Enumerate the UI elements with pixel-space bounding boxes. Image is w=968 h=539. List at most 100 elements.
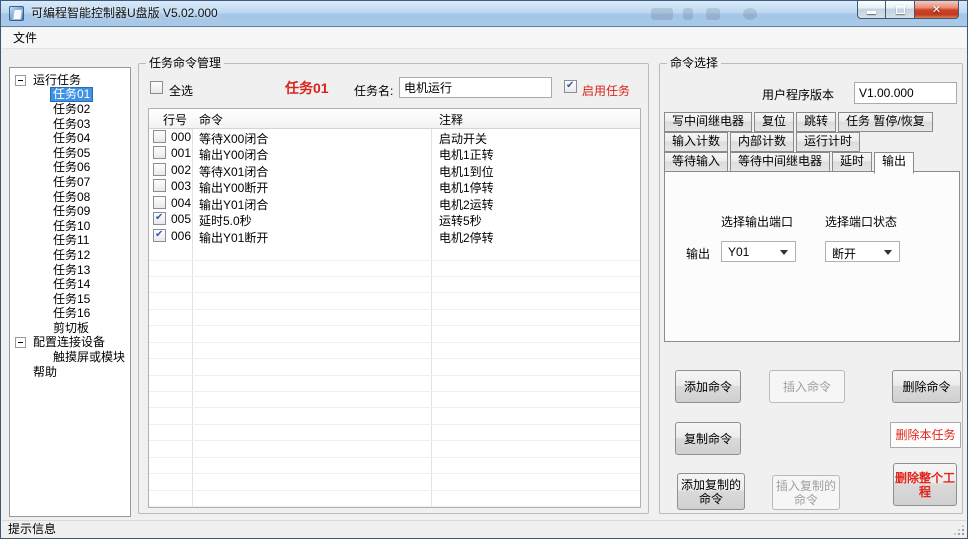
tree-item[interactable]: 任务12 — [10, 248, 130, 263]
table-row-empty — [149, 425, 640, 441]
table-row-empty — [149, 408, 640, 424]
table-row-empty — [149, 376, 640, 392]
tree-item[interactable]: 任务11 — [10, 234, 130, 249]
tab[interactable]: 输出 — [874, 152, 914, 174]
table-row-empty — [149, 293, 640, 309]
tree-item[interactable]: 配置连接设备 — [10, 336, 130, 351]
tree-item[interactable]: 任务13 — [10, 263, 130, 278]
app-window: 可编程智能控制器U盘版 V5.02.000 ✕ 文件 运行任务任务01任务02任… — [0, 0, 968, 539]
tree-item[interactable]: 任务09 — [10, 204, 130, 219]
select-output-port-label: 选择输出端口 — [721, 213, 793, 230]
group-title: 命令选择 — [667, 56, 721, 70]
output-tab-panel: 选择输出端口 选择端口状态 输出 Y01 断开 — [664, 171, 960, 342]
add-copied-command-button[interactable]: 添加复制的命令 — [677, 473, 745, 510]
window-controls: ✕ — [857, 1, 959, 19]
tree-item[interactable]: 任务04 — [10, 131, 130, 146]
row-checkbox[interactable] — [153, 146, 166, 159]
tab[interactable]: 运行计时 — [796, 132, 860, 152]
tree-item[interactable]: 任务08 — [10, 190, 130, 205]
table-row[interactable]: 000等待X00闭合启动开关 — [149, 129, 640, 145]
close-icon[interactable]: ✕ — [914, 1, 959, 19]
tab-row: 输入计数内部计数运行计时 — [664, 132, 960, 152]
tree-item[interactable]: 任务10 — [10, 219, 130, 234]
current-task-id: 任务01 — [285, 78, 329, 98]
program-version-input[interactable] — [854, 82, 957, 104]
table-row-empty — [149, 359, 640, 375]
tree-item[interactable]: 运行任务 — [10, 73, 130, 88]
table-row-empty — [149, 244, 640, 260]
output-label: 输出 — [686, 245, 710, 262]
tree-item[interactable]: 触摸屏或模块 — [10, 350, 130, 365]
add-command-button[interactable]: 添加命令 — [675, 370, 741, 403]
tab[interactable]: 等待中间继电器 — [730, 152, 830, 172]
task-name-input[interactable] — [399, 77, 552, 98]
minimize-icon[interactable] — [857, 1, 886, 19]
app-icon — [9, 6, 24, 21]
tree-item[interactable]: 任务05 — [10, 146, 130, 161]
enable-task-label: 启用任务 — [582, 82, 630, 99]
program-version-label: 用户程序版本 — [762, 86, 834, 103]
row-checkbox[interactable] — [153, 179, 166, 192]
statusbar: 提示信息 — [2, 520, 966, 537]
tab-row: 写中间继电器复位跳转任务 暂停/恢复 — [664, 112, 960, 132]
table-row[interactable]: 005延时5.0秒运转5秒 — [149, 211, 640, 227]
enable-task-checkbox[interactable] — [564, 80, 577, 93]
output-port-select[interactable]: Y01 — [721, 241, 796, 262]
tab[interactable]: 任务 暂停/恢复 — [838, 112, 933, 132]
table-row[interactable]: 003输出Y00断开电机1停转 — [149, 178, 640, 194]
tab[interactable]: 等待输入 — [664, 152, 728, 172]
table-header: 行号 命令 注释 — [149, 109, 640, 129]
table-row-empty — [149, 392, 640, 408]
tab[interactable]: 延时 — [832, 152, 872, 172]
resize-grip-icon[interactable] — [952, 523, 964, 535]
tree-item[interactable]: 任务16 — [10, 307, 130, 322]
tree-item[interactable]: 任务01 — [10, 88, 130, 103]
row-checkbox[interactable] — [153, 130, 166, 143]
tab-row: 等待输入等待中间继电器延时输出 — [664, 152, 960, 172]
tab[interactable]: 内部计数 — [730, 132, 794, 152]
tree-item[interactable]: 任务07 — [10, 175, 130, 190]
tree-item[interactable]: 任务15 — [10, 292, 130, 307]
table-row-empty — [149, 441, 640, 457]
tree-item[interactable]: 任务06 — [10, 161, 130, 176]
tab[interactable]: 输入计数 — [664, 132, 728, 152]
status-message: 提示信息 — [8, 522, 56, 537]
command-table-body: 000等待X00闭合启动开关001输出Y00闭合电机1正转002等待X01闭合电… — [149, 129, 640, 507]
insert-command-button[interactable]: 插入命令 — [769, 370, 845, 403]
row-checkbox[interactable] — [153, 196, 166, 209]
port-state-select[interactable]: 断开 — [825, 241, 900, 262]
table-row-empty — [149, 474, 640, 490]
table-row[interactable]: 001输出Y00闭合电机1正转 — [149, 145, 640, 161]
copy-command-button[interactable]: 复制命令 — [675, 422, 741, 455]
table-row[interactable]: 004输出Y01闭合电机2运转 — [149, 195, 640, 211]
tab[interactable]: 复位 — [754, 112, 794, 132]
tree-item[interactable]: 任务14 — [10, 277, 130, 292]
maximize-icon[interactable] — [886, 1, 914, 19]
table-row-empty — [149, 458, 640, 474]
table-row[interactable]: 002等待X01闭合电机1到位 — [149, 162, 640, 178]
titlebar-reflection — [651, 8, 771, 21]
titlebar: 可编程智能控制器U盘版 V5.02.000 ✕ — [1, 1, 967, 27]
row-checkbox[interactable] — [153, 229, 166, 242]
tree-item[interactable]: 剪切板 — [10, 321, 130, 336]
task-name-label: 任务名: — [354, 82, 393, 99]
tree-item[interactable]: 任务02 — [10, 102, 130, 117]
row-checkbox[interactable] — [153, 163, 166, 176]
menu-file[interactable]: 文件 — [2, 28, 48, 49]
tab[interactable]: 写中间继电器 — [664, 112, 752, 132]
minus-box-icon[interactable] — [15, 337, 26, 348]
tab[interactable]: 跳转 — [796, 112, 836, 132]
tree-item[interactable]: 任务03 — [10, 117, 130, 132]
col-header-command: 命令 — [199, 111, 223, 128]
insert-copied-command-button[interactable]: 插入复制的命令 — [772, 475, 840, 510]
tree-item[interactable]: 帮助 — [10, 365, 130, 380]
command-select-group: 命令选择 用户程序版本 写中间继电器复位跳转任务 暂停/恢复输入计数内部计数运行… — [659, 63, 963, 514]
delete-task-button[interactable]: 删除本任务 — [890, 422, 961, 448]
window-title: 可编程智能控制器U盘版 V5.02.000 — [31, 1, 218, 26]
table-row[interactable]: 006输出Y01断开电机2停转 — [149, 228, 640, 244]
delete-command-button[interactable]: 删除命令 — [892, 370, 961, 403]
delete-project-button[interactable]: 删除整个工程 — [893, 463, 957, 506]
select-all-checkbox[interactable] — [150, 81, 163, 94]
row-checkbox[interactable] — [153, 212, 166, 225]
minus-box-icon[interactable] — [15, 75, 26, 86]
